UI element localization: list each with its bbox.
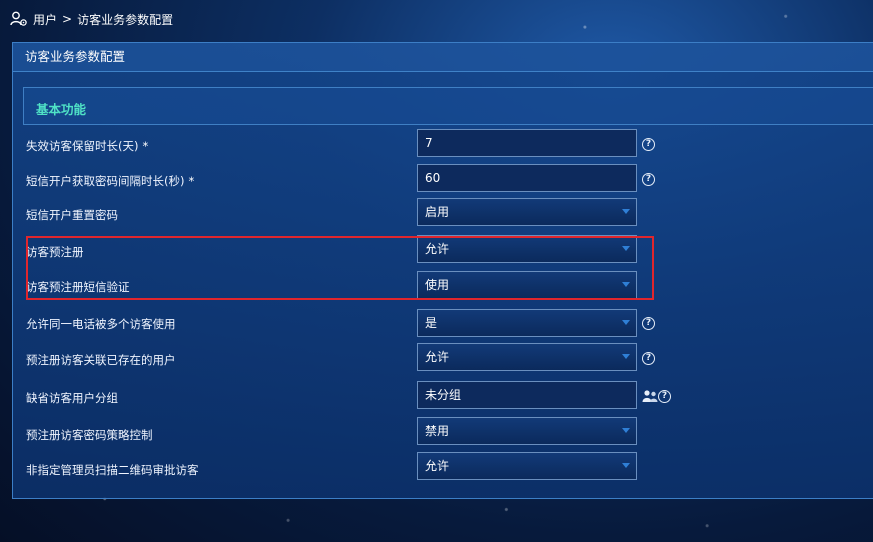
visitor-preregister-select[interactable]: 允许 [417,235,637,263]
panel-title: 访客业务参数配置 [13,43,873,72]
chevron-down-icon [622,209,630,214]
help-icon[interactable]: ? [658,390,671,403]
field-label-password-policy: 预注册访客密码策略控制 [26,428,153,442]
breadcrumb: 用户 > 访客业务参数配置 [10,8,173,30]
help-icon[interactable]: ? [642,138,655,151]
same-phone-select[interactable]: 是 [417,309,637,337]
chevron-down-icon [622,246,630,251]
help-icon[interactable]: ? [642,352,655,365]
preregister-sms-verify-select[interactable]: 使用 [417,271,637,299]
breadcrumb-current: 访客业务参数配置 [77,12,174,27]
breadcrumb-separator: > [62,12,73,26]
chevron-down-icon [622,320,630,325]
sms-interval-input[interactable]: 60 [417,164,637,192]
required-marker: * [142,139,149,153]
field-label-link-existing-user: 预注册访客关联已存在的用户 [26,353,176,367]
label-text: 失效访客保留时长(天) [26,139,139,153]
field-label-qr-approval: 非指定管理员扫描二维码审批访客 [26,463,199,477]
help-icon[interactable]: ? [642,317,655,330]
select-value: 是 [425,316,438,330]
users-icon[interactable] [642,389,658,403]
select-value: 启用 [425,205,450,219]
default-group-input[interactable]: 未分组 [417,381,637,409]
section-header: 基本功能 [23,87,873,125]
field-label-sms-interval: 短信开户获取密码间隔时长(秒) * [26,173,194,189]
select-value: 使用 [425,278,450,292]
select-value: 禁用 [425,424,450,438]
input-value: 60 [425,171,441,185]
link-existing-user-select[interactable]: 允许 [417,343,637,371]
field-label-expired-retention: 失效访客保留时长(天) * [26,138,148,154]
sms-reset-password-select[interactable]: 启用 [417,198,637,226]
input-value: 未分组 [425,388,462,402]
qr-approval-select[interactable]: 允许 [417,452,637,480]
expired-retention-input[interactable]: 7 [417,129,637,157]
help-icon[interactable]: ? [642,173,655,186]
select-value: 允许 [425,350,450,364]
field-label-same-phone: 允许同一电话被多个访客使用 [26,317,176,331]
breadcrumb-root-link[interactable]: 用户 [33,11,57,28]
chevron-down-icon [622,282,630,287]
chevron-down-icon [622,463,630,468]
section-title: 基本功能 [36,102,87,117]
chevron-down-icon [622,428,630,433]
input-value: 7 [425,136,433,150]
field-label-sms-reset-password: 短信开户重置密码 [26,208,118,222]
field-label-preregister-sms-verify: 访客预注册短信验证 [26,280,130,294]
required-marker: * [188,174,195,188]
select-value: 允许 [425,242,450,256]
field-label-visitor-preregister: 访客预注册 [26,245,84,259]
user-settings-icon [10,11,27,26]
select-value: 允许 [425,459,450,473]
field-label-default-group: 缺省访客用户分组 [26,391,118,405]
password-policy-select[interactable]: 禁用 [417,417,637,445]
label-text: 短信开户获取密码间隔时长(秒) [26,174,185,188]
chevron-down-icon [622,354,630,359]
